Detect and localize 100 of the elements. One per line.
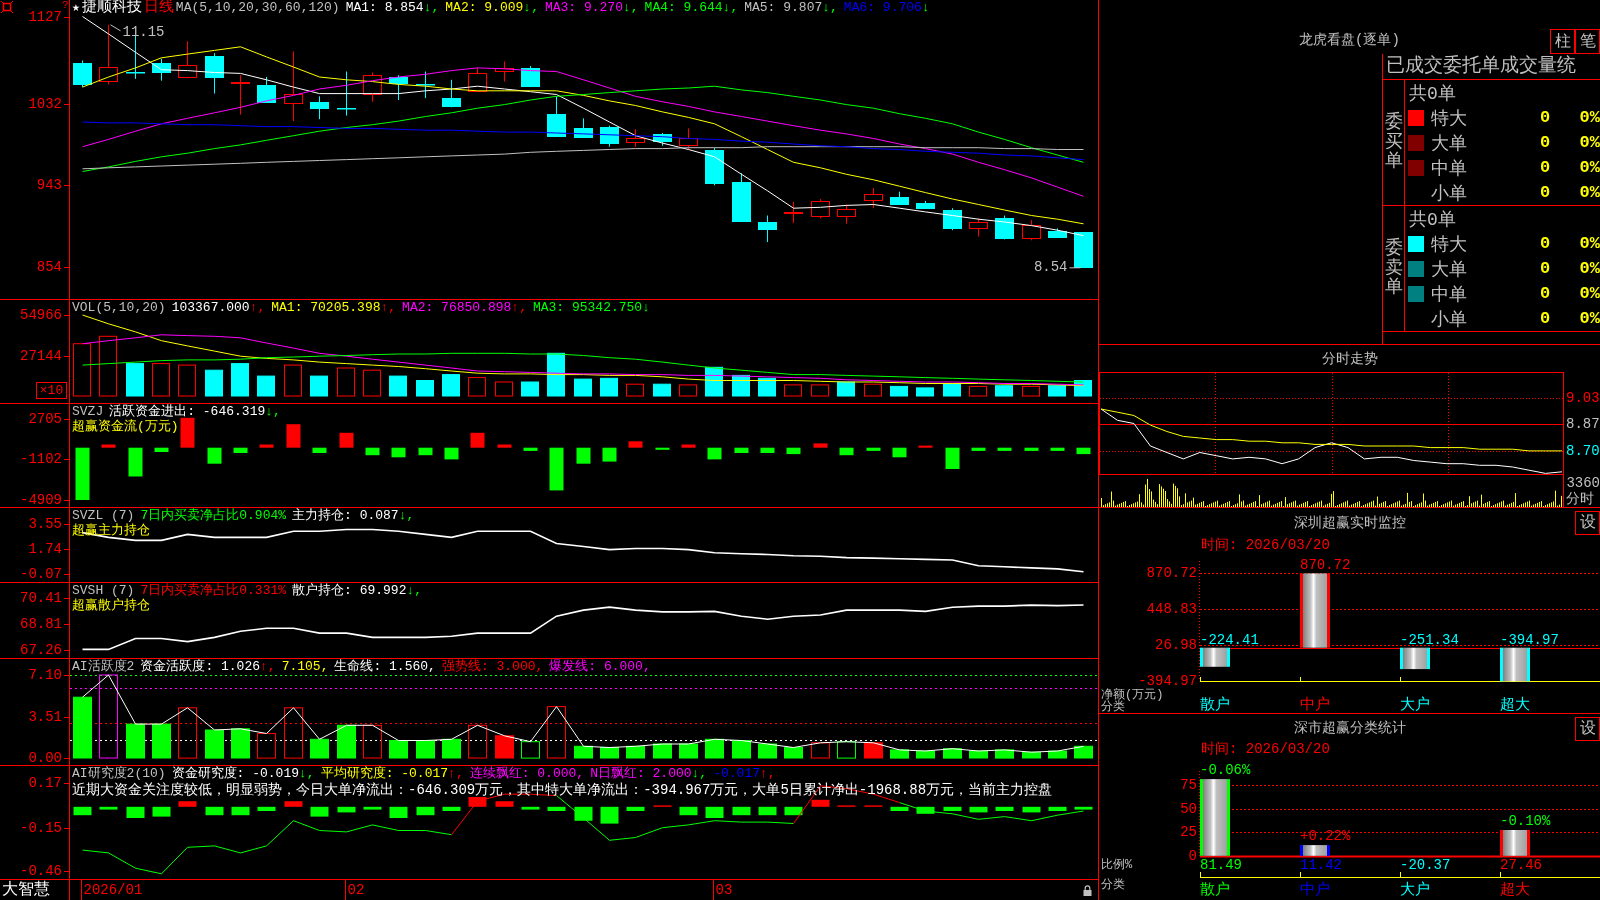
candlestick <box>626 128 645 148</box>
bar <box>521 381 539 397</box>
bar <box>444 447 459 460</box>
bar <box>73 696 92 759</box>
bar <box>811 384 829 397</box>
bar <box>600 747 619 759</box>
axis-label: 27144 <box>20 348 62 364</box>
view-toggle-button[interactable]: 柱 <box>1550 29 1575 54</box>
bar <box>231 806 250 816</box>
bar <box>679 806 698 816</box>
axis-label: 67.26 <box>20 642 62 658</box>
order-size-label: 中单 <box>1431 157 1468 180</box>
bar <box>864 383 882 397</box>
category-label: 超大 <box>1500 881 1530 899</box>
bar <box>523 447 538 451</box>
chart-label: 分时 <box>1566 491 1596 507</box>
indicator-value: 爆发线: 6.000, <box>549 659 651 674</box>
bar <box>760 447 775 453</box>
trend-arrow: ↓, <box>398 508 415 523</box>
bar <box>337 367 355 397</box>
bar <box>205 369 223 397</box>
bar <box>653 743 672 759</box>
category-label: 超大 <box>1500 696 1530 713</box>
bar <box>468 377 486 397</box>
value-label: -20.37 <box>1400 857 1451 873</box>
bar <box>1024 447 1039 451</box>
axis-label: -4909 <box>20 492 62 507</box>
bar <box>679 384 697 397</box>
candlestick <box>284 50 303 122</box>
trend-arrow: ↓, <box>406 583 423 598</box>
bar <box>1074 745 1093 759</box>
indicator-name: AI活跃度2 <box>72 659 135 674</box>
axis-label: 943 <box>36 177 62 194</box>
bar <box>154 447 169 452</box>
scale-label: ×10 <box>36 382 67 399</box>
bar <box>416 740 435 759</box>
bar <box>521 741 540 759</box>
axis-label: 75 <box>1180 777 1197 794</box>
axis-label: 0.00 <box>28 750 62 765</box>
axis-label: 0 <box>1188 847 1197 864</box>
bar <box>1022 385 1040 397</box>
indicator-name: VOL(5,10,20) <box>72 300 166 315</box>
view-toggle-button[interactable]: 笔 <box>1575 29 1600 54</box>
order-count: 0 <box>1538 133 1552 152</box>
axis-label: 3.51 <box>28 709 62 725</box>
bar <box>73 806 92 816</box>
axis-label: 1032 <box>28 95 62 112</box>
candlestick <box>784 201 803 224</box>
indicator-value: 资金活跃度: 1.026 <box>140 659 260 674</box>
indicator-value: -0.017 <box>713 766 760 781</box>
order-size-label: 小单 <box>1431 182 1468 205</box>
trend-arrow: ↓, <box>423 0 440 15</box>
corner-mark-icon <box>0 0 14 14</box>
order-share: 0% <box>1578 259 1600 278</box>
category-label: 大户 <box>1400 881 1430 899</box>
category-label: 中户 <box>1300 881 1330 899</box>
bar <box>259 444 274 448</box>
axis-label: 2705 <box>28 410 62 427</box>
order-share: 0% <box>1578 284 1600 303</box>
value-label: 81.49 <box>1200 857 1242 873</box>
value-label: 870.72 <box>1300 557 1351 574</box>
settings-button[interactable]: 设 <box>1575 511 1600 535</box>
settings-button[interactable]: 设 <box>1575 717 1600 741</box>
axis-label: 448.83 <box>1146 601 1197 618</box>
trend-arrow: ↑, <box>249 300 266 315</box>
order-share: 0% <box>1578 108 1600 127</box>
bar <box>547 806 566 811</box>
bar <box>337 724 356 759</box>
value-label: 27.46 <box>1500 857 1542 873</box>
axis-title: 比例% <box>1101 858 1133 872</box>
indicator-title: 超赢散户持仓 <box>72 598 150 613</box>
order-count: 0 <box>1538 108 1552 127</box>
bar <box>416 806 435 816</box>
bar <box>758 743 777 759</box>
axis-label: 26.98 <box>1155 637 1197 654</box>
bar <box>574 745 593 759</box>
trend-arrow: ↓, <box>691 766 708 781</box>
bar <box>389 806 408 818</box>
bar <box>918 445 933 448</box>
bar <box>101 444 116 448</box>
bar <box>310 806 329 817</box>
bar <box>126 806 145 818</box>
bar <box>180 417 195 448</box>
change-label: -0.10% <box>1500 812 1551 829</box>
order-size-label: 特大 <box>1431 233 1468 256</box>
bar <box>73 343 91 397</box>
axis-label: 0.17 <box>28 775 62 791</box>
order-count: 0 <box>1538 183 1552 202</box>
indicator-title: 超赢资金流(万元) <box>72 419 179 434</box>
bar <box>971 447 986 451</box>
bar <box>231 363 249 397</box>
bar <box>655 447 670 450</box>
indicator-value: MA1: 8.854 <box>345 0 424 15</box>
bar <box>758 377 776 397</box>
trend-arrow: ↑, <box>380 300 397 315</box>
order-share: 0% <box>1578 309 1600 328</box>
bar <box>681 444 696 448</box>
indicator-value: 7日内买卖净占比0.904% <box>140 508 287 523</box>
axis-label: 8.87 <box>1566 415 1600 432</box>
order-count: 0 <box>1538 284 1552 303</box>
